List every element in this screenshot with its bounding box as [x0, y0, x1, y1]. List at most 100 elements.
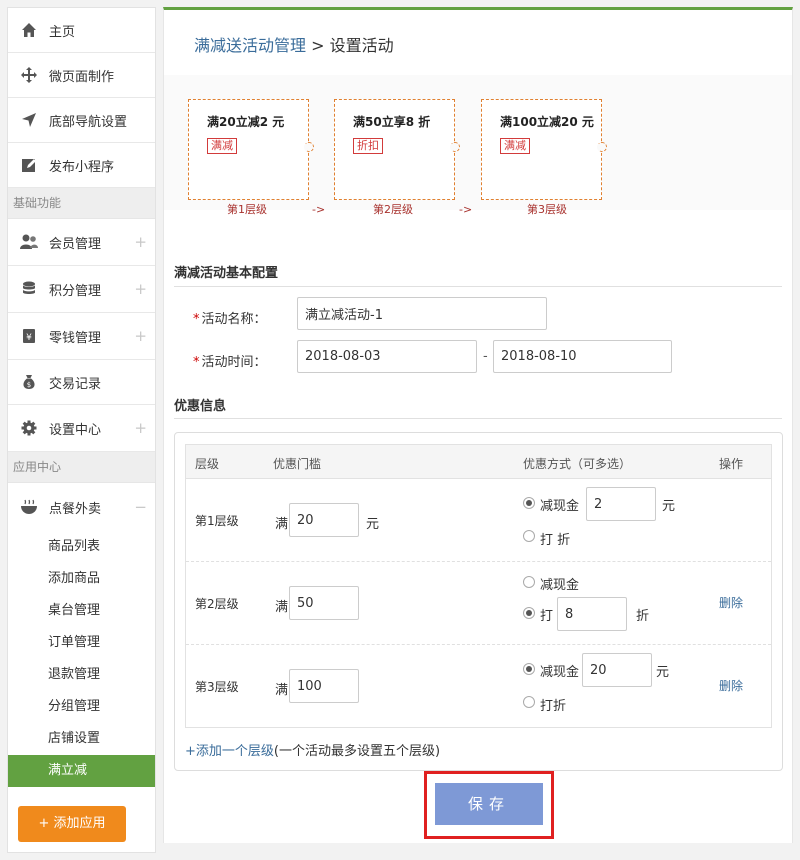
discount-radio[interactable] [523, 607, 535, 619]
activity-time-label: * 活动时间： [193, 355, 267, 370]
sidebar-item-change[interactable]: ¥ 零钱管理 + [8, 313, 155, 360]
sub-item-table-management[interactable]: 桌台管理 [8, 595, 155, 627]
breadcrumb: 满减送活动管理 > 设置活动 [194, 32, 394, 56]
table-header: 层级 优惠门槛 优惠方式（可多选） 操作 [186, 445, 771, 479]
date-separator: - [483, 349, 488, 364]
threshold-prefix: 满 [275, 600, 289, 615]
tier-card-tag: 满减 [500, 138, 530, 154]
main-panel: 满减送活动管理 > 设置活动 满20立减2 元 满减 满50立享8 折 折扣 满… [163, 7, 793, 843]
cash-reduction-radio[interactable] [523, 663, 535, 675]
table-row: 第2层级 满 50 减现金 打 8 折 删除 [186, 562, 771, 645]
expand-icon[interactable]: + [134, 280, 147, 298]
sidebar-item-food-ordering[interactable]: 点餐外卖 − [8, 483, 155, 531]
expand-icon[interactable]: + [134, 327, 147, 345]
tier-card-1: 满20立减2 元 满减 [188, 99, 314, 200]
sub-item-full-reduction[interactable]: 满立减 [8, 755, 155, 787]
home-icon [18, 19, 40, 41]
svg-text:¥: ¥ [26, 333, 32, 343]
sub-item-refund-management[interactable]: 退款管理 [8, 659, 155, 691]
food-bowl-icon [18, 496, 40, 518]
start-date-input[interactable]: 2018-08-03 [297, 340, 477, 373]
delete-tier-link[interactable]: 删除 [719, 677, 743, 694]
sidebar-item-settings[interactable]: 设置中心 + [8, 405, 155, 452]
discount-label: 打折 [540, 699, 567, 714]
divider [174, 286, 782, 287]
breadcrumb-link[interactable]: 满减送活动管理 [194, 36, 306, 55]
threshold-prefix: 满 [275, 517, 289, 532]
threshold-prefix: 满 [275, 683, 289, 698]
discount-rate-input[interactable]: 8 [557, 597, 627, 631]
sub-item-product-list[interactable]: 商品列表 [8, 531, 155, 563]
database-icon [18, 278, 40, 300]
threshold-input[interactable]: 100 [289, 669, 359, 703]
navigation-arrow-icon [18, 109, 40, 131]
card-notch [450, 142, 460, 152]
tier-card-title: 满100立减20 元 [500, 115, 594, 129]
end-date-input[interactable]: 2018-08-10 [493, 340, 672, 373]
money-bag-icon: $ [18, 371, 40, 393]
tier-card-tag: 折扣 [353, 138, 383, 154]
discount-radio[interactable] [523, 696, 535, 708]
tier-arrow: -> [459, 203, 473, 216]
sidebar-item-points[interactable]: 积分管理 + [8, 266, 155, 313]
save-highlight: 保存 [424, 771, 554, 839]
wallet-icon: ¥ [18, 325, 40, 347]
card-notch [597, 142, 607, 152]
divider [174, 418, 782, 419]
sidebar-item-members[interactable]: 会员管理 + [8, 219, 155, 266]
sub-item-order-management[interactable]: 订单管理 [8, 627, 155, 659]
tier-card-2: 满50立享8 折 折扣 [334, 99, 460, 200]
sidebar-item-label: 点餐外卖 [49, 501, 102, 517]
sidebar-item-label: 积分管理 [49, 283, 102, 299]
tier-arrow: -> [312, 203, 326, 216]
save-button[interactable]: 保存 [435, 783, 543, 825]
discount-label: 打 折 [540, 533, 571, 548]
row-level: 第1层级 [195, 514, 239, 528]
delete-tier-link[interactable]: 删除 [719, 594, 743, 611]
add-tier-link[interactable]: +添加一个层级 [185, 744, 274, 759]
header-threshold: 优惠门槛 [273, 457, 322, 471]
discount-table: 层级 优惠门槛 优惠方式（可多选） 操作 第1层级 满 20 元 减现金 2 元… [185, 444, 772, 728]
cash-reduction-label: 减现金 [540, 578, 580, 593]
row-level: 第3层级 [195, 680, 239, 694]
threshold-input[interactable]: 50 [289, 586, 359, 620]
activity-name-input[interactable]: 满立减活动-1 [297, 297, 547, 330]
sidebar-item-label: 微页面制作 [49, 69, 115, 85]
expand-icon[interactable]: + [134, 233, 147, 251]
discount-radio[interactable] [523, 530, 535, 542]
threshold-input[interactable]: 20 [289, 503, 359, 537]
row-level: 第2层级 [195, 597, 239, 611]
tier-card-3: 满100立减20 元 满减 [481, 99, 607, 200]
header-action: 操作 [719, 457, 744, 471]
sidebar-item-label: 会员管理 [49, 236, 102, 252]
expand-icon[interactable]: + [134, 419, 147, 437]
sidebar-item-transactions[interactable]: $ 交易记录 [8, 360, 155, 405]
sub-item-store-settings[interactable]: 店铺设置 [8, 723, 155, 755]
collapse-icon[interactable]: − [134, 498, 147, 516]
cash-amount-input[interactable]: 2 [586, 487, 656, 521]
cash-amount-input[interactable]: 20 [582, 653, 652, 687]
add-app-button[interactable]: + 添加应用 [18, 806, 126, 842]
header-method: 优惠方式（可多选） [523, 457, 632, 471]
table-row: 第3层级 满 100 减现金 20 元 打折 删除 [186, 645, 771, 727]
tier-card-title: 满20立减2 元 [207, 115, 285, 129]
add-tier-row: +添加一个层级(一个活动最多设置五个层级) [185, 740, 440, 759]
discount-label: 打 [540, 609, 554, 624]
sidebar-item-publish[interactable]: 发布小程序 [8, 143, 155, 188]
sub-item-add-product[interactable]: 添加商品 [8, 563, 155, 595]
cash-reduction-radio[interactable] [523, 576, 535, 588]
section-app-center: 应用中心 [8, 452, 155, 483]
tier-card-title: 满50立享8 折 [353, 115, 431, 129]
discount-unit: 折 [636, 609, 650, 624]
cash-reduction-radio[interactable] [523, 497, 535, 509]
sidebar-item-micro-page[interactable]: 微页面制作 [8, 53, 155, 98]
sidebar: 主页 微页面制作 底部导航设置 发布小程序 基础功能 会员管理 + 积分管理 +… [7, 7, 156, 853]
sidebar-item-bottom-nav[interactable]: 底部导航设置 [8, 98, 155, 143]
cash-reduction-label: 减现金 [540, 665, 580, 680]
tier-card-tag: 满减 [207, 138, 237, 154]
discount-info-heading: 优惠信息 [174, 399, 227, 414]
tier-preview-strip: 满20立减2 元 满减 满50立享8 折 折扣 满100立减20 元 满减 第1… [164, 75, 792, 216]
sub-item-group-management[interactable]: 分组管理 [8, 691, 155, 723]
sidebar-item-home[interactable]: 主页 [8, 8, 155, 53]
breadcrumb-separator: > [306, 36, 330, 55]
